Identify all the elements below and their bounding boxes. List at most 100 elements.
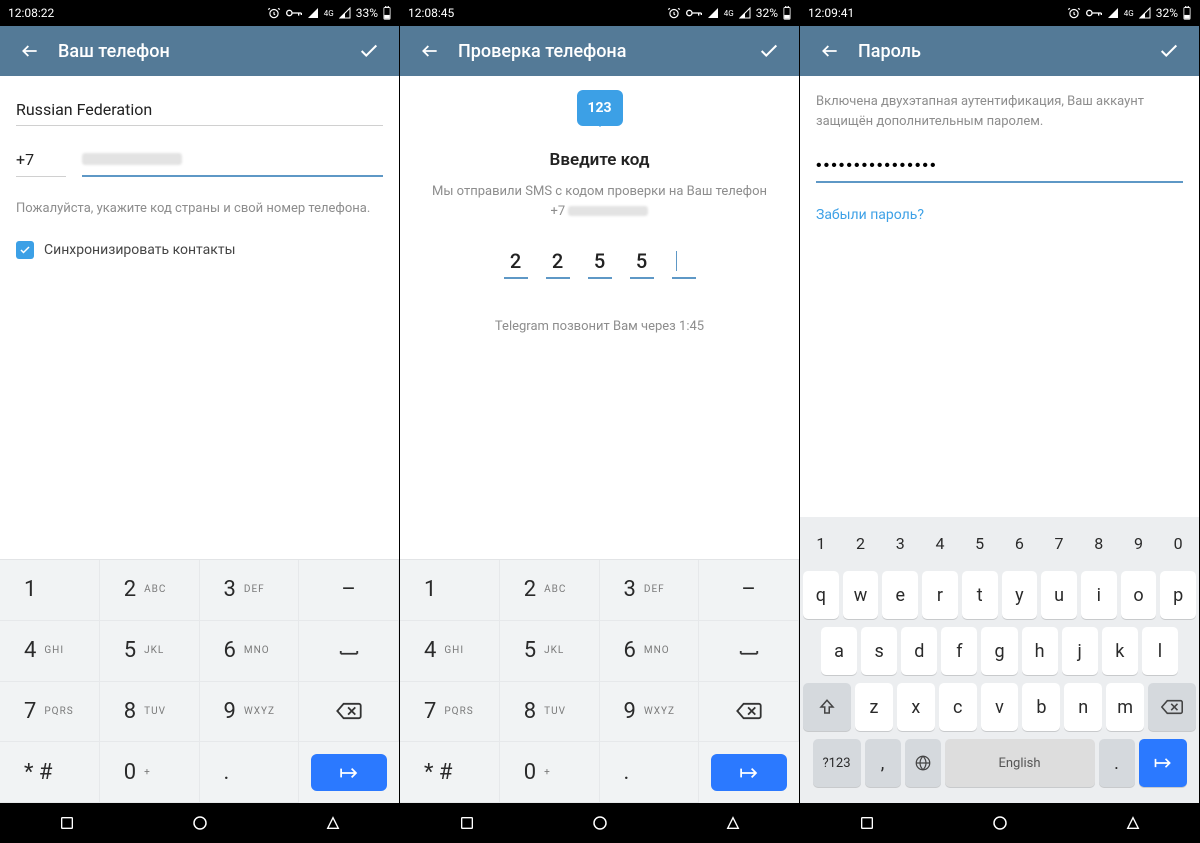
sync-contacts-row[interactable]: Синхронизировать контакты	[16, 241, 383, 259]
keypad-key-9[interactable]: 9WXYZ	[200, 682, 300, 743]
key-h[interactable]: h	[1022, 627, 1058, 675]
code-digit[interactable]: .	[672, 249, 696, 279]
key-z[interactable]: z	[855, 683, 893, 731]
key-k[interactable]: k	[1102, 627, 1138, 675]
key-w[interactable]: w	[843, 571, 879, 619]
key-o[interactable]: o	[1121, 571, 1157, 619]
keypad-key-9[interactable]: 9WXYZ	[600, 682, 700, 743]
nav-home-button[interactable]	[180, 803, 220, 843]
code-digit[interactable]: 5	[588, 249, 612, 279]
key-i[interactable]: i	[1081, 571, 1117, 619]
code-digit[interactable]: 2	[504, 249, 528, 279]
shift-key[interactable]	[803, 683, 851, 731]
key-1[interactable]: 1	[803, 523, 839, 563]
key-2[interactable]: 2	[843, 523, 879, 563]
keypad-key-4[interactable]: 4GHI	[400, 621, 500, 682]
key-q[interactable]: q	[803, 571, 839, 619]
keypad-key-8[interactable]: 8TUV	[100, 682, 200, 743]
back-button[interactable]	[810, 31, 850, 71]
keypad-key-2[interactable]: 2ABC	[100, 560, 200, 621]
nav-recent-button[interactable]	[847, 803, 887, 843]
key-t[interactable]: t	[962, 571, 998, 619]
code-digit[interactable]: 2	[546, 249, 570, 279]
key-6[interactable]: 6	[1002, 523, 1038, 563]
key-b[interactable]: b	[1022, 683, 1060, 731]
back-button[interactable]	[10, 31, 50, 71]
keypad-key-* #[interactable]: * #	[400, 742, 500, 803]
keypad-key-0[interactable]: 0+	[500, 742, 600, 803]
enter-key[interactable]	[1139, 739, 1187, 787]
phone-number-field[interactable]	[82, 144, 383, 177]
keypad-key-4[interactable]: 4GHI	[0, 621, 100, 682]
key-3[interactable]: 3	[882, 523, 918, 563]
enter-key[interactable]	[711, 754, 787, 791]
keypad-key-.[interactable]: .	[200, 742, 300, 803]
spacebar-key[interactable]: English	[945, 739, 1095, 787]
key-m[interactable]: m	[1106, 683, 1144, 731]
key-r[interactable]: r	[922, 571, 958, 619]
keypad-key-2[interactable]: 2ABC	[500, 560, 600, 621]
key-u[interactable]: u	[1041, 571, 1077, 619]
keypad-key-* #[interactable]: * #	[0, 742, 100, 803]
key-4[interactable]: 4	[922, 523, 958, 563]
code-digit[interactable]: 5	[630, 249, 654, 279]
key-y[interactable]: y	[1002, 571, 1038, 619]
done-button[interactable]	[749, 31, 789, 71]
done-button[interactable]	[349, 31, 389, 71]
forgot-password-link[interactable]: Забыли пароль?	[816, 207, 1183, 223]
key-d[interactable]: d	[901, 627, 937, 675]
key-5[interactable]: 5	[962, 523, 998, 563]
key-x[interactable]: x	[897, 683, 935, 731]
keypad-key-7[interactable]: 7PQRS	[400, 682, 500, 743]
comma-key[interactable]: ,	[865, 739, 901, 787]
key-s[interactable]: s	[861, 627, 897, 675]
enter-key[interactable]	[311, 754, 387, 791]
nav-back-button[interactable]	[1113, 803, 1153, 843]
key-e[interactable]: e	[882, 571, 918, 619]
nav-home-button[interactable]	[580, 803, 620, 843]
backspace-key[interactable]	[1148, 683, 1196, 731]
keypad-key-␣[interactable]	[699, 621, 799, 682]
keypad-key-5[interactable]: 5JKL	[100, 621, 200, 682]
backspace-key[interactable]	[299, 682, 399, 743]
keypad-key-6[interactable]: 6MNO	[200, 621, 300, 682]
key-0[interactable]: 0	[1160, 523, 1196, 563]
nav-back-button[interactable]	[313, 803, 353, 843]
keypad-key-5[interactable]: 5JKL	[500, 621, 600, 682]
period-key[interactable]: .	[1099, 739, 1135, 787]
keypad-key-0[interactable]: 0+	[100, 742, 200, 803]
keypad-key-8[interactable]: 8TUV	[500, 682, 600, 743]
key-l[interactable]: l	[1142, 627, 1178, 675]
key-g[interactable]: g	[981, 627, 1017, 675]
keypad-key-3[interactable]: 3DEF	[600, 560, 700, 621]
back-button[interactable]	[410, 31, 450, 71]
country-select[interactable]: Russian Federation	[16, 92, 383, 126]
keypad-key-–[interactable]: –	[299, 560, 399, 621]
keypad-key-3[interactable]: 3DEF	[200, 560, 300, 621]
nav-recent-button[interactable]	[447, 803, 487, 843]
nav-recent-button[interactable]	[47, 803, 87, 843]
keypad-key-1[interactable]: 1	[400, 560, 500, 621]
key-j[interactable]: j	[1062, 627, 1098, 675]
key-c[interactable]: c	[939, 683, 977, 731]
code-input-row[interactable]: 2 2 5 5 .	[504, 249, 696, 279]
nav-back-button[interactable]	[713, 803, 753, 843]
password-field[interactable]	[816, 151, 1183, 183]
keypad-key-–[interactable]: –	[699, 560, 799, 621]
keypad-key-.[interactable]: .	[600, 742, 700, 803]
dial-code-field[interactable]: +7	[16, 144, 66, 177]
backspace-key[interactable]	[699, 682, 799, 743]
key-v[interactable]: v	[981, 683, 1019, 731]
keypad-key-7[interactable]: 7PQRS	[0, 682, 100, 743]
key-9[interactable]: 9	[1121, 523, 1157, 563]
key-8[interactable]: 8	[1081, 523, 1117, 563]
key-n[interactable]: n	[1064, 683, 1102, 731]
nav-home-button[interactable]	[980, 803, 1020, 843]
key-p[interactable]: p	[1160, 571, 1196, 619]
keypad-key-1[interactable]: 1	[0, 560, 100, 621]
keypad-key-6[interactable]: 6MNO	[600, 621, 700, 682]
key-7[interactable]: 7	[1041, 523, 1077, 563]
keypad-key-␣[interactable]	[299, 621, 399, 682]
symbols-key[interactable]: ?123	[813, 739, 861, 787]
globe-key[interactable]	[905, 739, 941, 787]
